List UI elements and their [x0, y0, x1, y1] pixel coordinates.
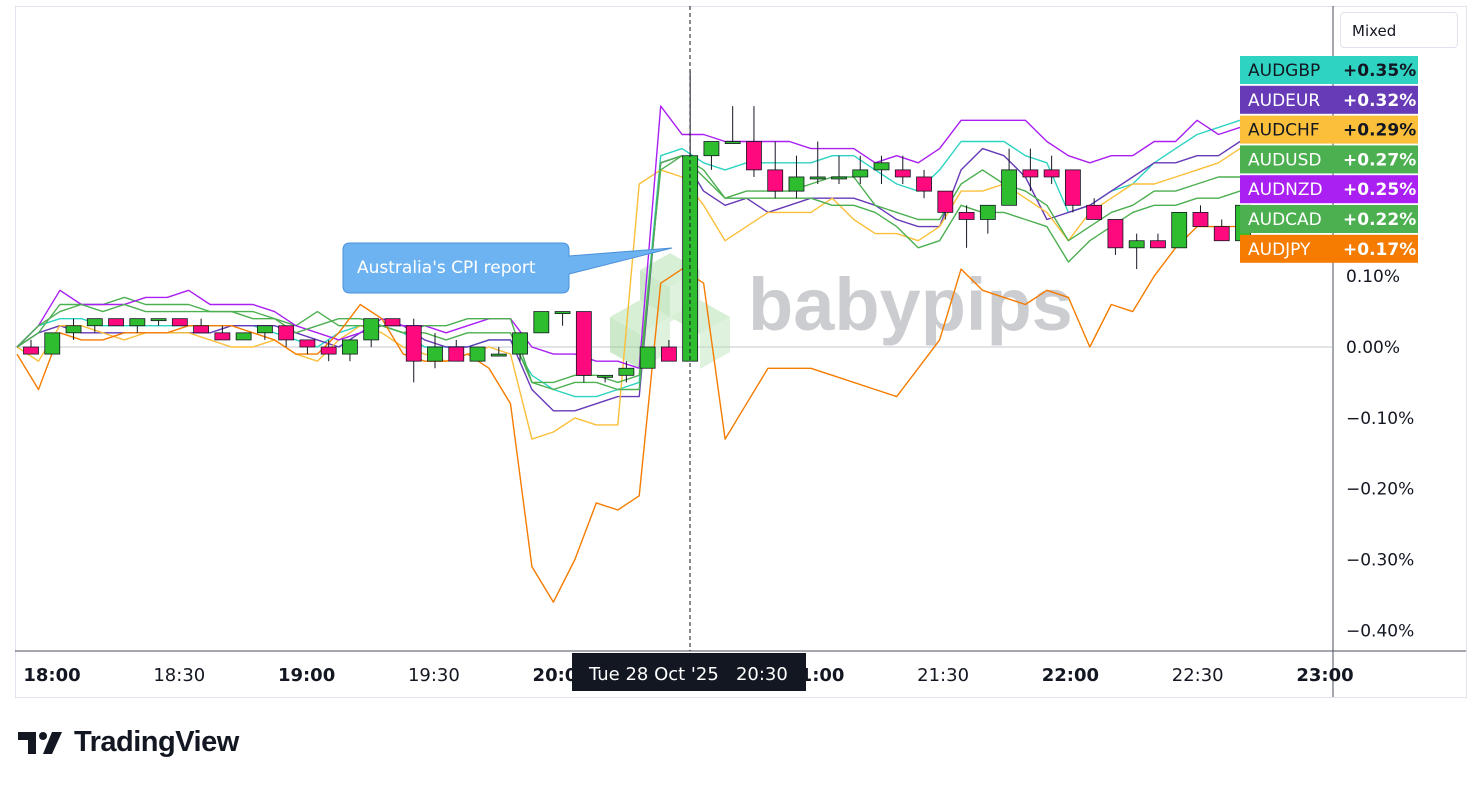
candle-body [320, 346, 337, 355]
candle-body [448, 346, 465, 362]
candle-body [129, 318, 146, 327]
callout-text: Australia's CPI report [357, 258, 536, 278]
candle-body [873, 162, 890, 171]
legend-series-name: AUDEUR [1248, 91, 1320, 111]
candle-body [65, 325, 82, 334]
candle-body [86, 318, 103, 327]
candle-body [724, 141, 741, 144]
candle-body [533, 311, 550, 334]
candle-body [1086, 204, 1103, 220]
candle-body [1001, 169, 1018, 206]
candle-body [958, 211, 975, 220]
candle-body [384, 318, 401, 327]
chart[interactable]: babypips 0.10%0.00%−0.10%−0.20%−0.30%−0.… [0, 0, 1482, 789]
price-tick-label: 0.10% [1346, 267, 1400, 287]
time-tick-label: 19:00 [278, 665, 335, 686]
candle-body [23, 346, 39, 355]
candle-body [1192, 211, 1209, 227]
time-tick-label: 18:00 [23, 665, 80, 686]
candle-body [363, 318, 380, 341]
tradingview-logo[interactable]: TradingView [18, 726, 239, 759]
time-tick-label: 19:30 [408, 665, 460, 686]
candle-body [1213, 226, 1230, 242]
candle-body [342, 339, 358, 355]
candle-body [469, 346, 486, 362]
candle-body [894, 169, 911, 178]
legend-series-name: AUDGBP [1248, 61, 1320, 81]
candle-body [809, 176, 826, 180]
candle-body [937, 190, 954, 213]
candle-body [1064, 169, 1081, 206]
legend-series-name: AUDCHF [1248, 121, 1320, 141]
candle-body [788, 176, 805, 192]
candle-body [979, 204, 996, 220]
candle-body [256, 325, 273, 334]
candle-body [427, 346, 443, 362]
candle-body [1128, 240, 1145, 249]
candle-body [214, 332, 231, 341]
candle-body [512, 332, 528, 355]
crosshair-date-label: Tue 28 Oct '25 20:30 [588, 664, 788, 685]
candle-body [1022, 169, 1039, 178]
legend-series-value: +0.22% [1343, 210, 1416, 230]
legend-series-value: +0.35% [1343, 61, 1416, 81]
time-tick-label: 22:30 [1172, 665, 1224, 686]
candle-body [1150, 240, 1166, 249]
legend-series-value: +0.25% [1343, 180, 1416, 200]
candle-body [1043, 169, 1060, 178]
price-tick-label: −0.10% [1346, 409, 1414, 429]
legend-series-name: AUDJPY [1248, 240, 1311, 260]
candle-body [639, 346, 656, 369]
time-tick-label: 23:00 [1296, 665, 1353, 686]
mode-button[interactable]: Mixed [1340, 12, 1458, 48]
price-tick-label: −0.20% [1346, 480, 1414, 500]
tradingview-logo-text: TradingView [74, 726, 239, 758]
candle-body [108, 318, 124, 327]
candle-body [1171, 211, 1188, 249]
candle-body [767, 169, 784, 192]
price-tick-label: −0.30% [1346, 551, 1414, 571]
candle-body [575, 311, 592, 376]
candle-body [831, 176, 847, 180]
time-tick-label: 18:30 [153, 665, 205, 686]
candle-body [405, 325, 422, 362]
legend-series-value: +0.17% [1343, 240, 1416, 260]
legend-series-value: +0.27% [1343, 150, 1416, 170]
candle-body [852, 169, 869, 178]
candle-body [554, 311, 571, 314]
candle-body [746, 141, 762, 171]
tradingview-logo-icon [18, 731, 62, 754]
price-tick-label: 0.00% [1346, 338, 1400, 358]
candle-body [1107, 219, 1124, 249]
legend-series-value: +0.29% [1343, 121, 1416, 141]
candle-body [193, 325, 210, 334]
candle-body [150, 318, 167, 322]
legend-series-name: AUDUSD [1248, 150, 1322, 170]
candle-body [660, 346, 677, 362]
time-tick-label: 22:00 [1042, 665, 1099, 686]
candle-body [278, 325, 295, 341]
candle-body [171, 318, 188, 327]
candle-body [490, 353, 507, 357]
candle-body [916, 176, 932, 192]
legend-series-value: +0.32% [1343, 91, 1416, 111]
candle-body [299, 339, 316, 348]
candle-body [703, 141, 720, 157]
candle-body [44, 332, 61, 355]
candle-body [597, 374, 614, 378]
series-legend: AUDGBP +0.35% AUDEUR +0.32% AUDCHF +0.29% AUDU… [1240, 56, 1418, 263]
time-tick-label: 21:30 [917, 665, 969, 686]
candle-body [235, 332, 252, 341]
candle-body [618, 367, 635, 376]
price-tick-label: −0.40% [1346, 621, 1414, 641]
legend-series-name: AUDNZD [1248, 180, 1323, 200]
legend-series-name: AUDCAD [1248, 210, 1322, 230]
